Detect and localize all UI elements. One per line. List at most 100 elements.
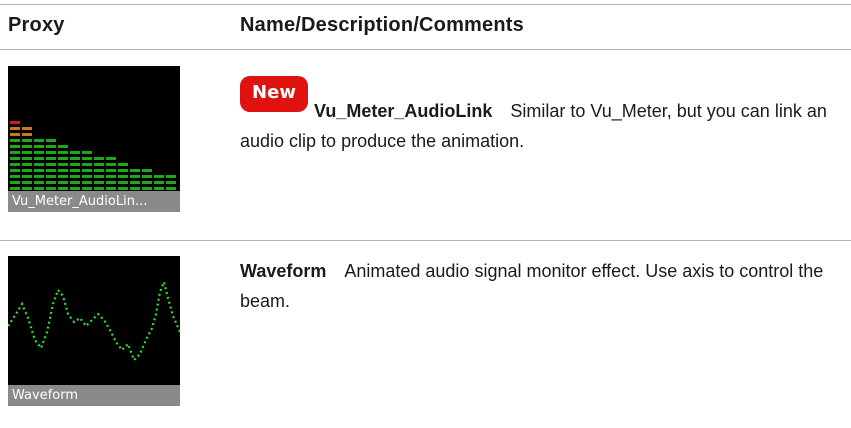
meter-segment (46, 169, 56, 172)
meter-segment (82, 169, 92, 172)
meter-segment (34, 139, 44, 142)
meter-segment (106, 157, 116, 160)
meter-segment (10, 157, 20, 160)
meter-segment (46, 139, 56, 142)
meter-segment (10, 139, 20, 142)
meter-segment (34, 187, 44, 190)
meter-segment (22, 157, 32, 160)
meter-segment (154, 181, 164, 184)
meter-segment (142, 187, 152, 190)
meter-segment (34, 157, 44, 160)
meter-segment (106, 187, 116, 190)
meter-segment (58, 145, 68, 148)
meter-segment (70, 169, 80, 172)
proxy-caption: Waveform (8, 385, 180, 406)
meter-segment (154, 187, 164, 190)
meter-segment (34, 181, 44, 184)
vu-meter-proxy-thumbnail: Vu_Meter_AudioLin... (8, 66, 180, 212)
meter-segment (118, 163, 128, 166)
vu-meter-graphic (10, 121, 176, 190)
meter-segment (34, 175, 44, 178)
meter-segment (58, 181, 68, 184)
meter-segment (106, 163, 116, 166)
meter-segment (10, 163, 20, 166)
table-top-rule (0, 4, 851, 5)
meter-segment (70, 187, 80, 190)
meter-segment (22, 151, 32, 154)
meter-segment (58, 169, 68, 172)
meter-segment (10, 151, 20, 154)
meter-segment (94, 181, 104, 184)
row-description: Vu_Meter_AudioLink Similar to Vu_Meter, b… (240, 96, 835, 156)
row-description: Waveform Animated audio signal monitor ef… (240, 256, 835, 316)
meter-segment (22, 169, 32, 172)
meter-segment (10, 169, 20, 172)
meter-segment (70, 151, 80, 154)
meter-segment (94, 157, 104, 160)
row-rule (0, 240, 851, 241)
meter-segment (82, 157, 92, 160)
header-rule (0, 49, 851, 50)
item-name: Waveform (240, 261, 327, 281)
meter-segment (82, 175, 92, 178)
meter-segment (130, 169, 140, 172)
meter-segment (118, 181, 128, 184)
meter-segment (10, 121, 20, 124)
meter-segment (34, 145, 44, 148)
meter-segment (130, 187, 140, 190)
waveform-proxy-thumbnail: Waveform (8, 256, 180, 406)
meter-segment (10, 133, 20, 136)
meter-segment (106, 169, 116, 172)
meter-segment (70, 163, 80, 166)
meter-segment (46, 145, 56, 148)
meter-segment (130, 181, 140, 184)
meter-segment (46, 187, 56, 190)
meter-segment (10, 175, 20, 178)
meter-segment (58, 163, 68, 166)
meter-segment (58, 187, 68, 190)
meter-segment (82, 187, 92, 190)
meter-segment (22, 187, 32, 190)
proxy-caption: Vu_Meter_AudioLin... (8, 191, 180, 212)
meter-segment (130, 175, 140, 178)
meter-segment (118, 187, 128, 190)
meter-segment (34, 169, 44, 172)
meter-segment (46, 181, 56, 184)
meter-segment (142, 175, 152, 178)
meter-segment (46, 163, 56, 166)
meter-segment (166, 187, 176, 190)
meter-segment (58, 151, 68, 154)
meter-segment (10, 181, 20, 184)
meter-segment (166, 181, 176, 184)
header-description: Name/Description/Comments (240, 14, 524, 36)
meter-segment (22, 181, 32, 184)
meter-segment (82, 181, 92, 184)
meter-segment (10, 145, 20, 148)
meter-segment (118, 169, 128, 172)
meter-segment (34, 163, 44, 166)
meter-segment (34, 151, 44, 154)
meter-segment (10, 187, 20, 190)
waveform-trace (8, 278, 180, 362)
meter-segment (22, 133, 32, 136)
meter-segment (106, 181, 116, 184)
meter-segment (22, 163, 32, 166)
meter-segment (94, 169, 104, 172)
meter-segment (94, 163, 104, 166)
meter-segment (82, 151, 92, 154)
meter-segment (70, 175, 80, 178)
meter-segment (22, 127, 32, 130)
meter-segment (142, 181, 152, 184)
meter-segment (58, 175, 68, 178)
meter-segment (22, 139, 32, 142)
item-description: Animated audio signal monitor effect. Us… (240, 261, 824, 311)
waveform-graphic (8, 278, 180, 362)
meter-segment (46, 157, 56, 160)
meter-segment (70, 181, 80, 184)
meter-segment (22, 175, 32, 178)
meter-segment (10, 127, 20, 130)
meter-segment (94, 175, 104, 178)
meter-segment (70, 157, 80, 160)
meter-segment (166, 175, 176, 178)
meter-segment (58, 157, 68, 160)
